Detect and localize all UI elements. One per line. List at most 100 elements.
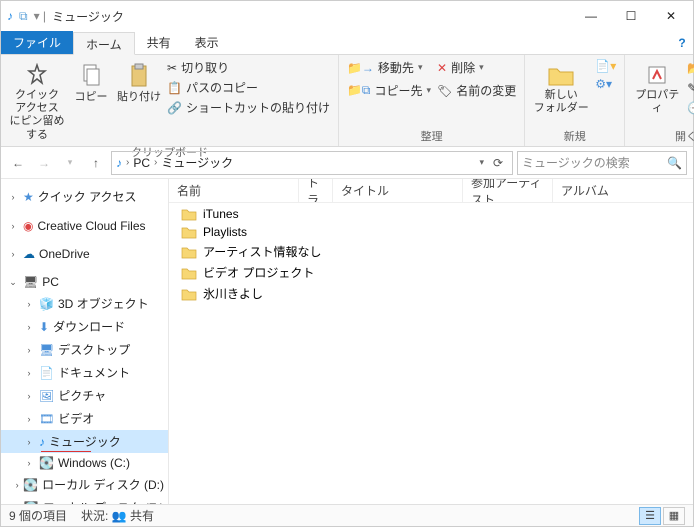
drive-icon: 💽: [23, 478, 38, 492]
pictures-icon: 🖼: [39, 389, 54, 403]
col-track[interactable]: トラ...: [299, 179, 333, 202]
easy-access-button[interactable]: ⚙▾: [595, 77, 616, 91]
column-headers: 名前 トラ... タイトル 参加アーティスト アルバム: [169, 179, 693, 203]
nav-local-d[interactable]: ›💽ローカル ディスク (D:): [1, 473, 168, 496]
pin-to-quick-access-button[interactable]: クイック アクセス にピン留めする: [9, 59, 65, 142]
music-icon: ♪: [116, 156, 122, 170]
chevron-right-icon[interactable]: ›: [154, 157, 157, 168]
list-item[interactable]: アーティスト情報なし: [169, 241, 693, 262]
history-button[interactable]: 🕘履歴: [687, 99, 694, 116]
nav-3d-objects[interactable]: ›🧊3D オブジェクト: [1, 292, 168, 315]
tab-view[interactable]: 表示: [183, 31, 231, 54]
back-button[interactable]: ←: [7, 152, 29, 174]
nav-quick-access[interactable]: ›★クイック アクセス: [1, 185, 168, 208]
paste-button[interactable]: 貼り付け: [117, 59, 161, 104]
star-icon: ★: [23, 190, 34, 204]
nav-pictures[interactable]: ›🖼ピクチャ: [1, 384, 168, 407]
list-item[interactable]: Playlists: [169, 223, 693, 241]
item-name: Playlists: [203, 225, 247, 239]
tab-share[interactable]: 共有: [135, 31, 183, 54]
col-title[interactable]: タイトル: [333, 179, 463, 202]
help-button[interactable]: ?: [671, 31, 693, 54]
breadcrumb-music[interactable]: ミュージック: [161, 154, 233, 171]
pc-icon: 🖥: [23, 275, 38, 289]
edit-icon: ✎: [687, 81, 694, 95]
open-button[interactable]: 📂開く ▾: [687, 59, 694, 76]
nav-music[interactable]: ›♪ミュージック: [1, 430, 168, 453]
copy-path-button[interactable]: 📋パスのコピー: [167, 79, 330, 96]
view-details-button[interactable]: ☰: [639, 507, 661, 525]
recent-button[interactable]: ▾: [59, 152, 81, 174]
properties-button[interactable]: プロパティ: [633, 59, 681, 115]
nav-desktop[interactable]: ›🖥デスクトップ: [1, 338, 168, 361]
document-icon: 📄: [39, 366, 54, 380]
new-folder-button[interactable]: 新しい フォルダー: [533, 59, 589, 115]
nav-creative-cloud[interactable]: ›◉Creative Cloud Files: [1, 216, 168, 236]
copyto-icon: 📁⧉: [347, 83, 371, 98]
moveto-icon: 📁→: [347, 61, 374, 75]
folder-icon: [181, 225, 197, 239]
move-to-button[interactable]: 📁→移動先 ▾: [347, 59, 431, 76]
address-bar[interactable]: ♪ › PC › ミュージック ▾ ⟳: [111, 151, 513, 175]
easyaccess-icon: ⚙▾: [595, 77, 612, 91]
copy-to-button[interactable]: 📁⧉コピー先 ▾: [347, 82, 431, 99]
cut-button[interactable]: ✂切り取り: [167, 59, 330, 76]
qat-copy-icon[interactable]: ⧉: [19, 9, 28, 24]
forward-button[interactable]: →: [33, 152, 55, 174]
edit-button[interactable]: ✎編集: [687, 79, 694, 96]
maximize-button[interactable]: ☐: [611, 2, 651, 30]
paste-shortcut-button[interactable]: 🔗ショートカットの貼り付け: [167, 99, 330, 116]
tab-file[interactable]: ファイル: [1, 31, 73, 54]
list-item[interactable]: 氷川きよし: [169, 283, 693, 304]
titlebar: ♪ ⧉ ▾ | ミュージック — ☐ ✕: [1, 1, 693, 31]
list-item[interactable]: iTunes: [169, 205, 693, 223]
group-label: 整理: [347, 126, 516, 144]
nav-pc[interactable]: ⌄🖥PC: [1, 272, 168, 292]
new-item-button[interactable]: 📄▾: [595, 59, 616, 73]
nav-local-e[interactable]: ›💽ローカル ディスク (E:): [1, 496, 168, 504]
open-icon: 📂: [687, 61, 694, 75]
col-name[interactable]: 名前: [169, 179, 299, 202]
rename-button[interactable]: 🏷名前の変更: [437, 82, 516, 99]
group-label: 開く: [633, 126, 694, 144]
search-input[interactable]: ミュージックの検索 🔍: [517, 151, 687, 175]
folder-icon: [181, 287, 197, 301]
refresh-button[interactable]: ⟳: [488, 156, 508, 170]
folder-icon: [181, 266, 197, 280]
list-item[interactable]: ビデオ プロジェクト: [169, 262, 693, 283]
breadcrumb-pc[interactable]: PC: [133, 156, 150, 170]
col-album[interactable]: アルバム: [553, 179, 693, 202]
properties-icon: [645, 63, 669, 87]
copy-button[interactable]: コピー: [71, 59, 111, 104]
view-large-button[interactable]: ▦: [663, 507, 685, 525]
search-icon: 🔍: [667, 156, 682, 170]
group-organize: 📁→移動先 ▾ 📁⧉コピー先 ▾ ✕削除 ▾ 🏷名前の変更 整理: [339, 55, 525, 146]
window-title: ミュージック: [52, 8, 124, 25]
minimize-button[interactable]: —: [571, 2, 611, 30]
cloud-icon: ◉: [23, 219, 33, 233]
music-icon: ♪: [7, 9, 13, 23]
item-count: 9 個の項目: [9, 507, 67, 524]
chevron-right-icon[interactable]: ›: [126, 157, 129, 168]
col-artist[interactable]: 参加アーティスト: [463, 179, 553, 202]
tab-home[interactable]: ホーム: [73, 32, 135, 55]
delete-button[interactable]: ✕削除 ▾: [437, 59, 516, 76]
group-label: 新規: [533, 126, 616, 144]
folder-icon: [181, 207, 197, 221]
close-button[interactable]: ✕: [651, 2, 691, 30]
status-bar: 9 個の項目 状況: 👥 共有 ☰ ▦: [1, 504, 693, 526]
nav-videos[interactable]: ›🎞ビデオ: [1, 407, 168, 430]
nav-documents[interactable]: ›📄ドキュメント: [1, 361, 168, 384]
up-button[interactable]: ↑: [85, 152, 107, 174]
address-dropdown[interactable]: ▾: [479, 157, 484, 168]
nav-onedrive[interactable]: ›☁OneDrive: [1, 244, 168, 264]
address-bar-row: ← → ▾ ↑ ♪ › PC › ミュージック ▾ ⟳ ミュージックの検索 🔍: [1, 147, 693, 179]
nav-downloads[interactable]: ›⬇ダウンロード: [1, 315, 168, 338]
download-icon: ⬇: [39, 320, 49, 334]
qat-separator: ▾ |: [34, 9, 46, 23]
nav-windows-c[interactable]: ›💽Windows (C:): [1, 453, 168, 473]
content-area: ›★クイック アクセス ›◉Creative Cloud Files ›☁One…: [1, 179, 693, 504]
copy-icon: [80, 63, 102, 89]
file-list-pane: 名前 トラ... タイトル 参加アーティスト アルバム iTunes Playli…: [169, 179, 693, 504]
video-icon: 🎞: [39, 412, 54, 426]
